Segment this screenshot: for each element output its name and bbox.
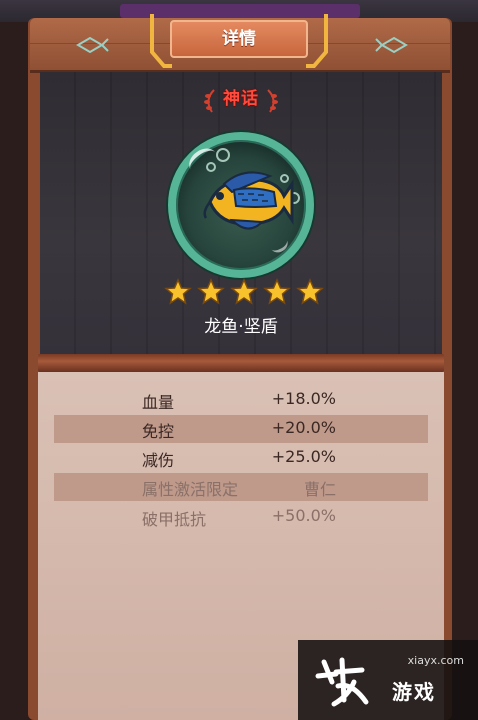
stat-row-hp: 血量 +18.0% [54,386,428,414]
star-icon [263,278,291,305]
separator-bar [38,354,444,372]
star-icon [197,278,225,305]
watermark: xiayx.com 游戏 [298,640,478,720]
star-rating [164,278,324,305]
details-tab: 详情 [170,20,308,58]
fish-ornament-icon [76,36,109,54]
watermark-url: xiayx.com [407,654,464,667]
fish-showcase: 神话 龙鱼·坚盾 [40,72,442,354]
stat-label: 破甲抵抗 [142,510,207,529]
stat-label: 血量 [142,393,175,412]
stat-value: +50.0% [271,506,336,525]
stat-row-activation-limit: 属性激活限定 曹仁 [54,473,428,501]
fish-orb [168,132,314,278]
laurel-right-icon [267,89,278,113]
star-icon [296,278,324,305]
fish-name: 龙鱼·坚盾 [204,317,278,337]
site-logo-icon [315,657,369,707]
arowana-fish-icon [203,171,294,230]
stat-value: +18.0% [271,389,336,408]
rarity-label: 神话 [223,89,259,109]
star-icon [164,278,192,305]
stat-value: +25.0% [271,447,336,466]
stat-value: 曹仁 [303,480,336,499]
stat-row-armor-break-resist: 破甲抵抗 +50.0% [54,503,428,531]
stat-value: +20.0% [271,418,336,437]
star-icon [230,278,258,305]
stat-label: 属性激活限定 [142,480,239,499]
stat-label: 免控 [142,422,175,441]
stat-label: 减伤 [142,451,175,470]
watermark-brand: 游戏 [392,680,436,704]
fish-ornament-icon [375,36,408,54]
stat-row-damage-reduction: 减伤 +25.0% [54,444,428,472]
stat-row-cc-immunity: 免控 +20.0% [54,415,428,443]
